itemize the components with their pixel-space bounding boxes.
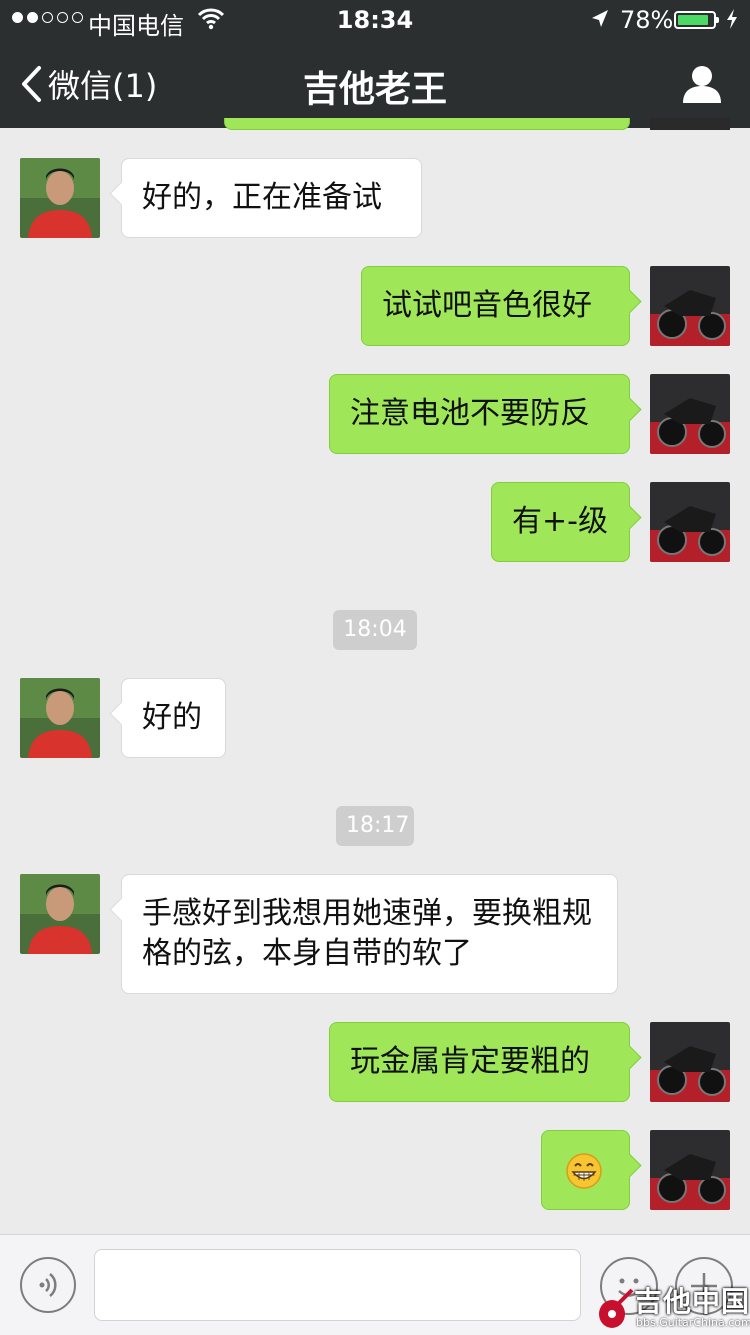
my-avatar[interactable] bbox=[650, 1022, 730, 1102]
watermark-title: 吉他中国 bbox=[634, 1285, 750, 1318]
message-bubble[interactable]: 玩金属肯定要粗的 bbox=[329, 1022, 630, 1102]
my-avatar[interactable] bbox=[650, 118, 730, 130]
message-text: 玩金属肯定要粗的 bbox=[350, 1044, 590, 1079]
location-arrow-icon bbox=[592, 10, 608, 27]
timestamp-badge: 18:04 bbox=[333, 610, 417, 650]
navigation-bar: 微信(1) 吉他老王 bbox=[0, 40, 750, 128]
charging-bolt-icon bbox=[727, 9, 737, 29]
previous-message-bubble[interactable] bbox=[224, 118, 630, 130]
timestamp-badge: 18:17 bbox=[336, 806, 414, 846]
battery-icon bbox=[674, 11, 719, 29]
chat-title: 吉他老王 bbox=[302, 69, 447, 110]
message-bubble[interactable]: 注意电池不要防反 bbox=[329, 374, 630, 454]
my-avatar[interactable] bbox=[650, 482, 730, 562]
message-input[interactable] bbox=[94, 1249, 581, 1321]
my-avatar[interactable] bbox=[650, 374, 730, 454]
my-avatar[interactable] bbox=[650, 266, 730, 346]
message-text: 好的 bbox=[142, 700, 202, 735]
message-bubble[interactable]: 手感好到我想用她速弹，要换粗规格的弦，本身自带的软了 bbox=[121, 874, 618, 994]
guitar-logo-icon bbox=[599, 1288, 634, 1328]
voice-icon bbox=[39, 1273, 57, 1297]
message-bubble[interactable]: 好的，正在准备试 bbox=[121, 158, 422, 238]
message-bubble[interactable]: 好的 bbox=[121, 678, 226, 758]
watermark-url: bbs.GuitarChina.com bbox=[636, 1316, 750, 1329]
battery-percentage: 78% bbox=[620, 6, 674, 34]
message-bubble[interactable] bbox=[541, 1130, 630, 1210]
message-bubble[interactable]: 有+-级 bbox=[491, 482, 630, 562]
contact-info-icon[interactable] bbox=[682, 64, 722, 104]
message-text: 好的，正在准备试 bbox=[142, 180, 382, 215]
message-text: 试试吧音色很好 bbox=[382, 288, 592, 323]
message-bubble[interactable]: 试试吧音色很好 bbox=[361, 266, 630, 346]
status-bar: 中国电信 18:34 78% bbox=[0, 0, 750, 40]
contact-avatar[interactable] bbox=[20, 678, 100, 758]
contact-avatar[interactable] bbox=[20, 874, 100, 954]
top-bar: 中国电信 18:34 78% 微信(1) 吉他老王 bbox=[0, 0, 750, 128]
message-text: 注意电池不要防反 bbox=[350, 396, 590, 431]
my-avatar[interactable] bbox=[650, 1130, 730, 1210]
contact-avatar[interactable] bbox=[20, 158, 100, 238]
watermark: 吉他中国 bbs.GuitarChina.com bbox=[596, 1282, 750, 1334]
message-text: 手感好到我想用她速弹，要换粗规格的弦，本身自带的软了 bbox=[142, 896, 592, 971]
voice-input-button[interactable] bbox=[20, 1257, 76, 1313]
message-text: 有+-级 bbox=[512, 504, 608, 539]
grinning-face-icon bbox=[566, 1153, 602, 1189]
